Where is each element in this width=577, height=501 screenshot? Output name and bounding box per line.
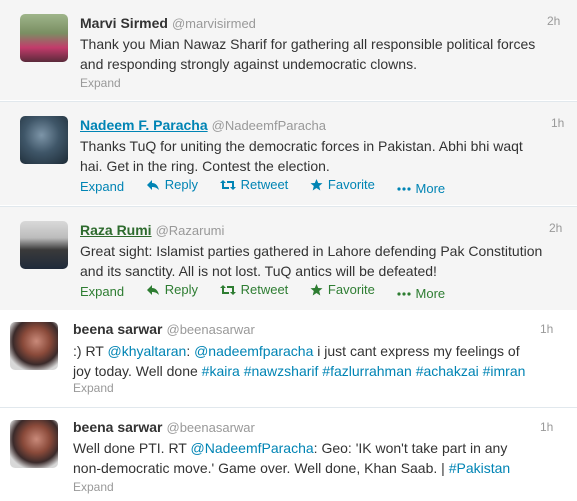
retweet-button[interactable]: Retweet — [219, 282, 289, 297]
reply-icon — [146, 179, 159, 190]
expand-link[interactable]: Expand — [73, 480, 114, 494]
user-name[interactable]: beena sarwar — [73, 321, 163, 337]
retweet-icon — [219, 284, 236, 295]
hashtag-link[interactable]: #Pakistan — [449, 460, 510, 476]
text-segment: non-democratic move.' Game over. Well do… — [73, 460, 449, 476]
tweet-marvi[interactable]: Marvi Sirmed @marvisirmed 2h Thank you Mi… — [0, 0, 577, 100]
hashtag-link[interactable]: #nawzsharif — [244, 363, 319, 379]
tweet-header: beena sarwar @beenasarwar — [73, 320, 255, 339]
star-icon — [310, 178, 323, 190]
reply-button[interactable]: Reply — [146, 282, 198, 297]
user-name[interactable]: Raza Rumi — [80, 222, 152, 238]
timestamp[interactable]: 2h — [549, 221, 562, 235]
user-handle[interactable]: @marvisirmed — [172, 16, 256, 31]
tweet-text-line: and responding strongly against undemocr… — [80, 56, 417, 72]
text-segment: :) RT — [73, 343, 108, 359]
tweet-text-line: Thank you Mian Nawaz Sharif for gatherin… — [80, 36, 536, 52]
tweet-text-line: :) RT @khyaltaran: @nadeemfparacha i jus… — [73, 341, 525, 361]
timestamp[interactable]: 2h — [547, 14, 560, 28]
tweet-text: Well done PTI. RT @NadeemfParacha: Geo: … — [73, 438, 510, 478]
more-label: More — [415, 286, 446, 301]
avatar[interactable] — [10, 420, 58, 468]
more-button[interactable]: More — [396, 181, 446, 196]
expand-link[interactable]: Expand — [80, 179, 124, 194]
user-handle[interactable]: @NadeemfParacha — [212, 118, 326, 133]
retweet-icon — [219, 179, 236, 190]
tweet-actions: Expand Reply Retweet Favorite More — [80, 177, 463, 196]
timestamp[interactable]: 1h — [551, 116, 564, 130]
reply-button[interactable]: Reply — [146, 177, 198, 192]
retweet-button[interactable]: Retweet — [219, 177, 289, 192]
tweet-text: Great sight: Islamist parties gathered i… — [80, 241, 542, 281]
expand-link[interactable]: Expand — [73, 381, 114, 395]
reply-icon — [146, 284, 159, 295]
tweet-header: beena sarwar @beenasarwar — [73, 418, 255, 437]
hashtag-link[interactable]: #fazlurrahman — [322, 363, 412, 379]
tweet-actions: Expand Reply Retweet Favorite More — [80, 282, 463, 301]
tweet-raza[interactable]: Raza Rumi @Razarumi 2h Great sight: Islam… — [0, 206, 577, 310]
tweet-text-line: Well done PTI. RT @NadeemfParacha: Geo: … — [73, 438, 510, 458]
tweet-feed: Marvi Sirmed @marvisirmed 2h Thank you Mi… — [0, 0, 577, 501]
avatar[interactable] — [10, 322, 58, 370]
user-name[interactable]: Nadeem F. Paracha — [80, 117, 208, 133]
user-name[interactable]: beena sarwar — [73, 419, 163, 435]
favorite-button[interactable]: Favorite — [310, 282, 375, 297]
reply-label: Reply — [164, 177, 198, 192]
user-handle[interactable]: @Razarumi — [156, 223, 225, 238]
hashtag-link[interactable]: #achakzai — [416, 363, 479, 379]
tweet-text-line: Thanks TuQ for uniting the democratic fo… — [80, 138, 523, 154]
user-handle[interactable]: @beenasarwar — [167, 420, 255, 435]
tweet-header: Nadeem F. Paracha @NadeemfParacha — [80, 116, 326, 135]
favorite-label: Favorite — [327, 282, 375, 297]
user-name[interactable]: Marvi Sirmed — [80, 15, 168, 31]
more-dots-icon — [396, 291, 411, 296]
more-dots-icon — [396, 186, 411, 191]
timestamp[interactable]: 1h — [540, 420, 553, 434]
tweet-beena-1[interactable]: beena sarwar @beenasarwar 1h :) RT @khyal… — [0, 312, 577, 406]
tweet-header: Raza Rumi @Razarumi — [80, 221, 224, 240]
text-segment: Well done PTI. RT — [73, 440, 191, 456]
text-segment: i just cant express my feelings of — [313, 343, 520, 359]
mention-link[interactable]: @NadeemfParacha — [191, 440, 314, 456]
tweet-text-line: joy today. Well done #kaira #nawzsharif … — [73, 361, 525, 381]
avatar[interactable] — [20, 14, 68, 62]
expand-link[interactable]: Expand — [80, 76, 121, 90]
tweet-text-line: hai. Get in the ring. Contest the electi… — [80, 158, 330, 174]
avatar[interactable] — [20, 116, 68, 164]
user-handle[interactable]: @beenasarwar — [167, 322, 255, 337]
mention-link[interactable]: @nadeemfparacha — [194, 343, 313, 359]
tweet-text-line: Great sight: Islamist parties gathered i… — [80, 243, 543, 259]
retweet-label: Retweet — [240, 282, 289, 297]
expand-link[interactable]: Expand — [80, 284, 124, 299]
text-segment: : — [186, 343, 195, 359]
star-icon — [310, 283, 323, 295]
hashtag-link[interactable]: #kaira — [202, 363, 240, 379]
avatar[interactable] — [20, 221, 68, 269]
favorite-button[interactable]: Favorite — [310, 177, 375, 192]
timestamp[interactable]: 1h — [540, 322, 553, 336]
retweet-label: Retweet — [240, 177, 289, 192]
tweet-nadeem[interactable]: Nadeem F. Paracha @NadeemfParacha 1h Than… — [0, 101, 577, 205]
text-segment: : Geo: 'IK won't take part in any — [313, 440, 508, 456]
tweet-text: Thanks TuQ for uniting the democratic fo… — [80, 136, 523, 176]
tweet-text: :) RT @khyaltaran: @nadeemfparacha i jus… — [73, 341, 525, 381]
hashtag-link[interactable]: #imran — [483, 363, 526, 379]
tweet-beena-2[interactable]: beena sarwar @beenasarwar 1h Well done PT… — [0, 407, 577, 501]
favorite-label: Favorite — [327, 177, 375, 192]
reply-label: Reply — [164, 282, 198, 297]
tweet-text: Thank you Mian Nawaz Sharif for gatherin… — [80, 34, 535, 74]
more-label: More — [415, 181, 446, 196]
mention-link[interactable]: @khyaltaran — [108, 343, 187, 359]
text-segment: joy today. Well done — [73, 363, 202, 379]
more-button[interactable]: More — [396, 286, 446, 301]
tweet-header: Marvi Sirmed @marvisirmed — [80, 14, 256, 33]
tweet-text-line: non-democratic move.' Game over. Well do… — [73, 458, 510, 478]
tweet-text-line: and its sanctity. All is not lost. TuQ a… — [80, 263, 437, 279]
